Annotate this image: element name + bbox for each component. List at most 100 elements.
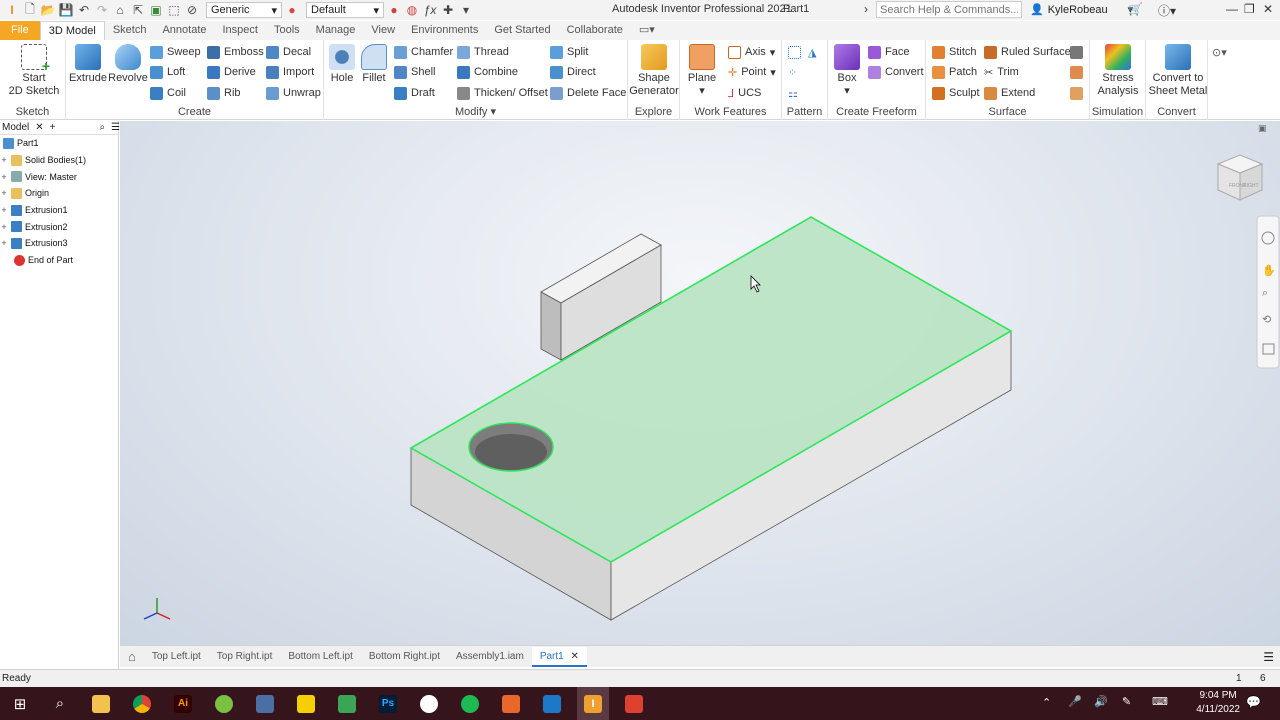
graphics-viewport[interactable]: FRONT RIGHT ✋ ⌕ ⟲ ▣ <box>120 121 1280 645</box>
tab-file[interactable]: File <box>0 21 40 40</box>
freeform-convert-button[interactable]: Convert <box>868 64 924 80</box>
tab-3d-model[interactable]: 3D Model <box>39 21 105 40</box>
user-account[interactable]: 👤 KyleRobeau ▾ <box>1030 3 1133 17</box>
redo-icon[interactable]: ↷ <box>94 2 110 18</box>
material-select[interactable]: Generic ▾ <box>206 2 282 18</box>
loft-button[interactable]: Loft <box>150 64 185 80</box>
sketch-driven-pattern-button[interactable]: ⚏ <box>788 85 798 101</box>
decal-button[interactable]: Decal <box>266 44 311 60</box>
volume-icon[interactable]: 🔊 <box>1094 695 1108 708</box>
freeform-box-button[interactable]: Box ▾ <box>832 44 862 98</box>
mirror-button[interactable]: ◮ <box>808 44 816 60</box>
tree-item-origin[interactable]: + Origin <box>0 185 118 202</box>
fillet-button[interactable]: Fillet <box>359 44 389 85</box>
orbit-icon[interactable]: ⟲ <box>1262 313 1271 326</box>
chamfer-button[interactable]: Chamfer <box>394 44 453 60</box>
combine-button[interactable]: Combine <box>457 64 518 80</box>
search-icon[interactable]: ⌕ <box>99 122 105 133</box>
search-input[interactable] <box>876 1 1022 18</box>
panel-label[interactable]: Modify ▾ <box>324 105 627 118</box>
menu-icon[interactable]: ☰ <box>111 122 120 133</box>
stop-icon[interactable]: ⊘ <box>184 2 200 18</box>
clear-appearance-icon[interactable]: ◍ <box>404 2 420 18</box>
draft-button[interactable]: Draft <box>394 85 435 101</box>
home-icon[interactable]: ⌂ <box>120 647 144 667</box>
delete-face-button[interactable]: Delete Face <box>550 85 626 101</box>
tree-item-extrusion3[interactable]: + Extrusion3 <box>0 235 118 252</box>
restore-icon[interactable]: ❐ <box>1244 2 1255 16</box>
ruled-surface-button[interactable]: Ruled Surface <box>984 44 1071 60</box>
doc-tab-assembly1[interactable]: Assembly1.iam <box>448 647 532 667</box>
expand-icon[interactable]: + <box>0 205 8 215</box>
sweep-button[interactable]: Sweep <box>150 44 201 60</box>
doc-tab-part1[interactable]: Part1 ✕ <box>531 646 587 667</box>
keyboard-icon[interactable]: ⌨ <box>1152 695 1168 708</box>
save-icon[interactable]: 💾 <box>58 2 74 18</box>
qa-dropdown-icon[interactable]: ▾ <box>458 2 474 18</box>
ribbon-more-button[interactable]: ⊙▾ <box>1212 44 1227 60</box>
cart-icon[interactable]: 🛒 <box>1128 2 1143 16</box>
add-icon[interactable]: + <box>50 122 56 133</box>
undo-icon[interactable]: ↶ <box>76 2 92 18</box>
tree-item-solid-bodies[interactable]: + Solid Bodies(1) <box>0 152 118 169</box>
camtasia-icon[interactable] <box>331 687 363 720</box>
appearance-adjust-icon[interactable]: ● <box>386 2 402 18</box>
chevron-right-icon[interactable]: › <box>864 2 868 16</box>
rectangular-pattern-button[interactable] <box>788 44 801 60</box>
windows-start-icon[interactable]: ⊞ <box>4 687 36 720</box>
illustrator-icon[interactable]: Ai <box>167 687 199 720</box>
tree-item-extrusion1[interactable]: + Extrusion1 <box>0 202 118 219</box>
surface-tool-2-button[interactable] <box>1070 64 1083 80</box>
tab-manage[interactable]: Manage <box>308 21 364 40</box>
appearance-select[interactable]: Default ▾ <box>306 2 384 18</box>
tabs-menu-icon[interactable]: ☰ <box>1263 650 1274 664</box>
tab-inspect[interactable]: Inspect <box>215 21 266 40</box>
surface-tool-3-button[interactable] <box>1070 85 1083 101</box>
file-explorer-icon[interactable] <box>85 687 117 720</box>
chrome-icon[interactable] <box>126 687 158 720</box>
derive-button[interactable]: Derive <box>207 64 256 80</box>
tab-annotate[interactable]: Annotate <box>154 21 214 40</box>
thread-button[interactable]: Thread <box>457 44 509 60</box>
block-side-face[interactable] <box>540 291 562 361</box>
zoom-icon[interactable]: ⌕ <box>1262 286 1268 299</box>
color-wheel-icon[interactable]: ● <box>284 2 300 18</box>
pen-icon[interactable]: ✎ <box>1122 695 1131 708</box>
unwrap-button[interactable]: Unwrap <box>266 85 321 101</box>
tab-sketch[interactable]: Sketch <box>105 21 155 40</box>
doc-tab-bottom-left[interactable]: Bottom Left.ipt <box>280 647 360 667</box>
new-file-icon[interactable]: 🗋 <box>22 2 38 18</box>
expand-icon[interactable]: + <box>0 188 8 198</box>
spotify-icon[interactable] <box>454 687 486 720</box>
inventor-logo-icon[interactable]: I <box>4 2 20 18</box>
revolve-button[interactable]: Revolve <box>108 44 148 85</box>
expand-icon[interactable]: + <box>0 155 8 165</box>
plane-button[interactable]: Plane ▾ <box>686 44 718 98</box>
rib-button[interactable]: Rib <box>207 85 241 101</box>
shape-generator-button[interactable]: Shape Generator <box>629 44 679 98</box>
sculpt-button[interactable]: Sculpt <box>932 85 980 101</box>
close-icon[interactable]: ✕ <box>571 651 579 662</box>
expand-icon[interactable]: + <box>0 172 8 182</box>
select-filter-icon[interactable]: ⇱ <box>130 2 146 18</box>
extrude-button[interactable]: Extrude <box>69 44 107 85</box>
expand-icon[interactable]: + <box>0 238 8 248</box>
tab-view[interactable]: View <box>363 21 403 40</box>
doc-tab-top-left[interactable]: Top Left.ipt <box>144 647 209 667</box>
minimize-icon[interactable]: — <box>1226 2 1238 16</box>
add-icon[interactable]: ✚ <box>440 2 456 18</box>
tab-get-started[interactable]: Get Started <box>486 21 558 40</box>
convert-to-sheet-metal-button[interactable]: Convert to Sheet Metal <box>1148 44 1208 98</box>
tray-chevron-icon[interactable]: ⌃ <box>1042 696 1051 709</box>
cricut-icon[interactable] <box>413 687 445 720</box>
doc-tab-top-right[interactable]: Top Right.ipt <box>209 647 281 667</box>
tree-item-view-master[interactable]: + View: Master <box>0 168 118 185</box>
tree-item-end-of-part[interactable]: End of Part <box>0 252 118 269</box>
select-icon[interactable]: ⬚ <box>166 2 182 18</box>
emboss-button[interactable]: Emboss <box>207 44 264 60</box>
tab-model[interactable]: Model <box>2 122 29 133</box>
model-canvas[interactable]: FRONT RIGHT ✋ ⌕ ⟲ ▣ <box>120 121 1280 645</box>
tab-collaborate[interactable]: Collaborate <box>559 21 631 40</box>
hole-button[interactable]: Hole <box>328 44 356 85</box>
close-icon[interactable]: ✕ <box>1263 2 1273 16</box>
